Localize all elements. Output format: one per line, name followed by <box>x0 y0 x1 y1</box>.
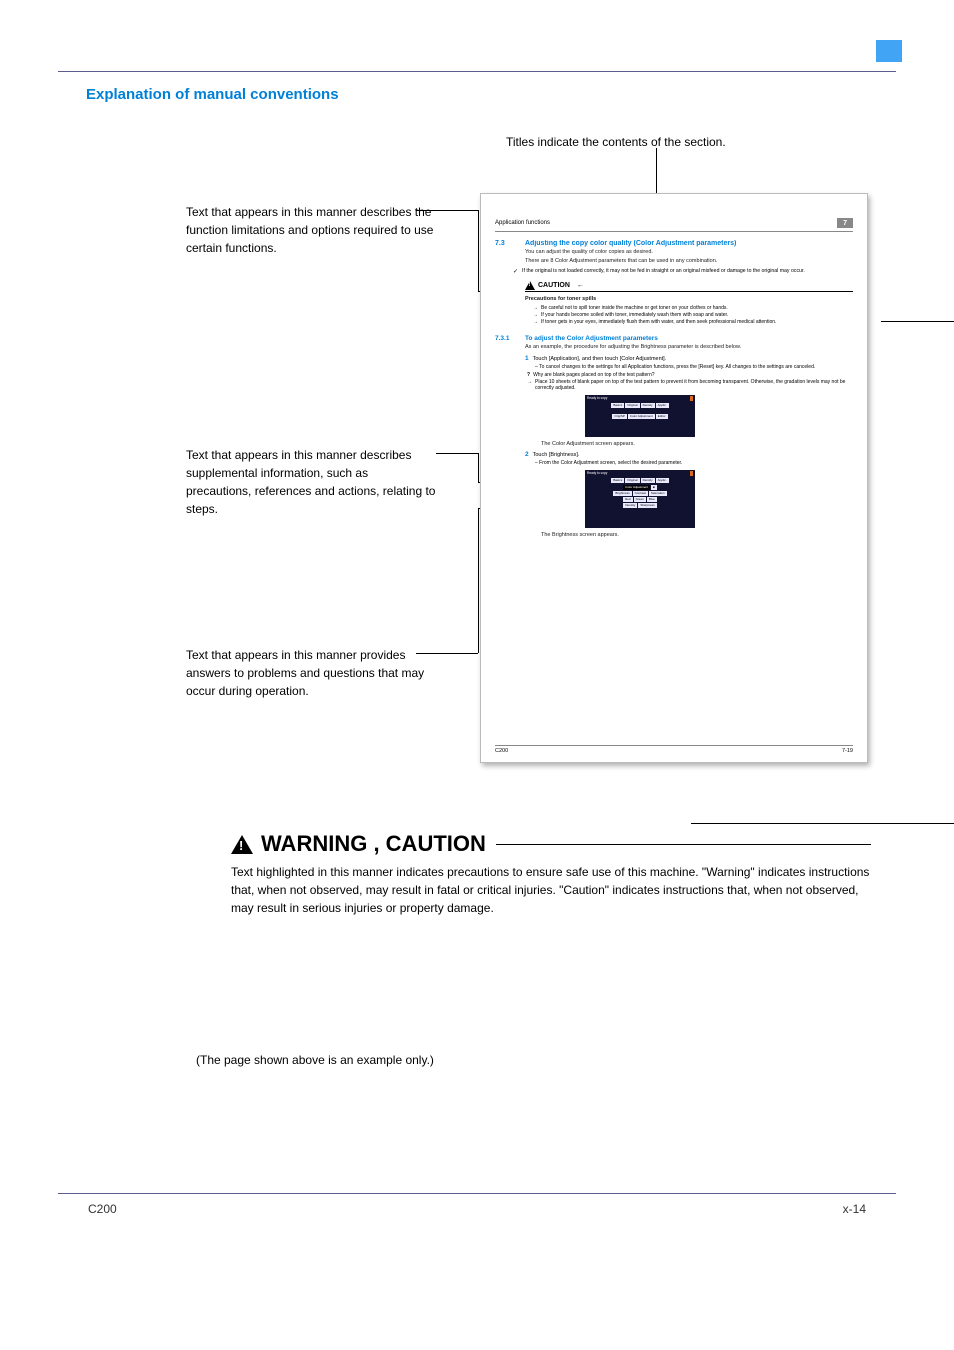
preview-text: The Color Adjustment screen appears. <box>541 441 853 448</box>
caution-item: Be careful not to spill toner inside the… <box>533 305 853 311</box>
label-limitations: Text that appears in this manner describ… <box>186 203 436 257</box>
preview-text: There are 8 Color Adjustment parameters … <box>525 258 853 265</box>
warning-heading: WARNING , CAUTION <box>231 831 871 857</box>
caution-subtitle: Precautions for toner spills <box>525 296 853 303</box>
preview-text: The Brightness screen appears. <box>541 532 853 539</box>
sec-num: 7.3 <box>495 240 525 247</box>
step: 2Touch [Brightness]. <box>525 451 853 458</box>
caution-item: If your hands become soiled with toner, … <box>533 312 853 318</box>
check-note: If the original is not loaded correctly,… <box>513 268 853 275</box>
connector <box>416 653 478 654</box>
connector <box>881 321 954 322</box>
step-detail: – From the Color Adjustment screen, sele… <box>535 460 853 466</box>
question: Why are blank pages placed on top of the… <box>527 372 853 378</box>
subsec-title: To adjust the Color Adjustment parameter… <box>525 335 853 342</box>
step-detail: – To cancel changes to the settings for … <box>535 364 853 370</box>
ui-screenshot: Ready to copy BasicsOriginalDensityAppli… <box>585 395 695 437</box>
label-supplemental: Text that appears in this manner describ… <box>186 446 436 518</box>
subsec-num: 7.3.1 <box>495 335 525 342</box>
footer-right: x-14 <box>843 1202 866 1216</box>
label-titles: Titles indicate the contents of the sect… <box>506 133 886 151</box>
page-preview: Application functions 7 7.3 Adjusting th… <box>480 193 868 763</box>
warning-icon <box>231 835 253 854</box>
preview-text: As an example, the procedure for adjusti… <box>525 344 853 351</box>
caution-icon <box>525 281 535 290</box>
ui-screenshot: Ready to copy BasicsOriginalDensityAppli… <box>585 470 695 528</box>
example-note: (The page shown above is an example only… <box>196 1053 434 1067</box>
preview-hdr-num: 7 <box>837 218 853 228</box>
connector <box>436 453 478 454</box>
footer-rule <box>58 1193 896 1194</box>
preview-hdr-left: Application functions <box>495 220 550 226</box>
header-square <box>876 40 902 62</box>
footer-left: C200 <box>88 1202 117 1216</box>
connector <box>478 453 479 483</box>
step: 1Touch [Application], and then touch [Co… <box>525 355 853 362</box>
answer: Place 10 sheets of blank paper on top of… <box>527 379 853 391</box>
connector <box>416 210 478 211</box>
caution-item: If toner gets in your eyes, immediately … <box>533 319 853 325</box>
diagram: Titles indicate the contents of the sect… <box>86 143 896 1013</box>
warning-text: Text highlighted in this manner indicate… <box>231 863 871 917</box>
label-answers: Text that appears in this manner provide… <box>186 646 436 700</box>
section-title: Explanation of manual conventions <box>86 86 896 103</box>
sec-title: Adjusting the copy color quality (Color … <box>525 240 853 247</box>
preview-footer-left: C200 <box>495 748 508 754</box>
preview-footer-right: 7-19 <box>842 748 853 754</box>
connector <box>478 508 479 653</box>
connector <box>478 210 479 291</box>
connector <box>691 823 954 824</box>
caution-header: CAUTION ← <box>525 281 853 290</box>
preview-text: You can adjust the quality of color copi… <box>525 249 853 256</box>
